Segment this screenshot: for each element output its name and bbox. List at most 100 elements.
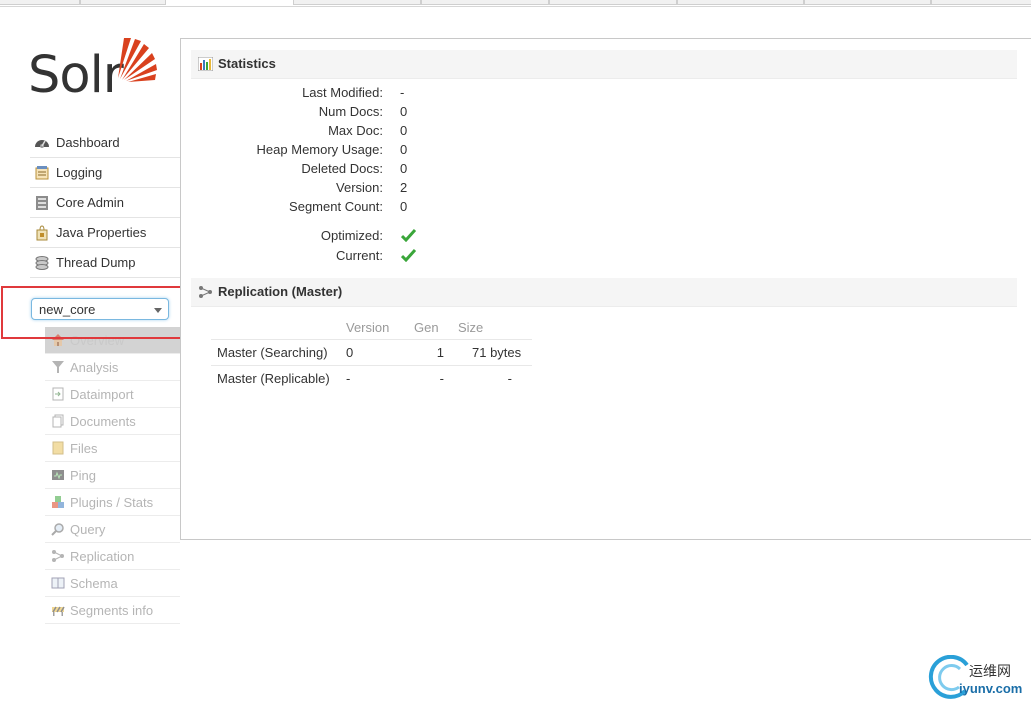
core-menu-item-segments-info[interactable]: Segments info — [45, 597, 180, 624]
top-tab[interactable] — [80, 0, 166, 5]
dataimport-icon — [51, 387, 65, 401]
statistics-header: Statistics — [191, 50, 1017, 79]
chevron-down-icon — [154, 308, 162, 313]
stat-label: Max Doc: — [328, 123, 383, 138]
replication-header: Replication (Master) — [191, 278, 1017, 307]
row-name: Master (Replicable) — [211, 365, 336, 391]
core-menu-item-label: Segments info — [70, 602, 154, 618]
core-menu-item-query[interactable]: Query — [45, 516, 180, 543]
stat-label: Current: — [336, 248, 383, 263]
menu-item-core-admin[interactable]: Core Admin — [30, 188, 180, 218]
stat-row-current: Current: — [181, 248, 481, 267]
stat-row-last-modified: Last Modified: - — [181, 85, 481, 104]
menu-item-dashboard[interactable]: Dashboard — [30, 128, 180, 158]
core-menu-item-label: Plugins / Stats — [70, 494, 154, 510]
stat-value: 0 — [400, 161, 408, 176]
row-gen: 1 — [404, 339, 448, 366]
core-menu-item-label: Dataimport — [70, 386, 134, 402]
menu-item-logging[interactable]: Logging — [30, 158, 180, 188]
plugins-icon — [51, 495, 65, 509]
core-menu-item-replication[interactable]: Replication — [45, 543, 180, 570]
column-header-gen: Gen — [414, 319, 439, 335]
check-icon — [401, 249, 416, 262]
core-menu-item-label: Files — [70, 440, 98, 456]
stat-label: Last Modified: — [302, 85, 383, 100]
row-version: - — [336, 365, 404, 391]
stat-value: 0 — [400, 199, 408, 214]
top-tab[interactable] — [549, 0, 677, 5]
replication-table: Version Gen Size Master (Searching) 0 1 … — [211, 315, 532, 391]
replication-icon — [51, 549, 65, 563]
solr-logo[interactable]: Solr — [28, 36, 168, 108]
home-icon — [51, 333, 65, 347]
core-menu-item-ping[interactable]: Ping — [45, 462, 180, 489]
schema-icon — [51, 576, 65, 590]
menu-item-label: Java Properties — [56, 225, 147, 240]
segments-icon — [51, 603, 65, 617]
stat-label: Version: — [336, 180, 383, 195]
core-menu-item-schema[interactable]: Schema — [45, 570, 180, 597]
top-tab[interactable] — [931, 0, 1031, 5]
content-panel: Statistics Last Modified: - Num Docs: 0 … — [180, 38, 1031, 540]
java-properties-icon — [34, 224, 50, 241]
stat-row-num-docs: Num Docs: 0 — [181, 104, 481, 123]
stat-row-deleted-docs: Deleted Docs: 0 — [181, 161, 481, 180]
top-tab[interactable] — [293, 0, 421, 5]
row-size: 71 bytes — [448, 339, 532, 366]
stat-label: Num Docs: — [318, 104, 383, 119]
core-menu-item-dataimport[interactable]: Dataimport — [45, 381, 180, 408]
stat-label: Deleted Docs: — [301, 161, 383, 176]
logging-icon — [34, 165, 50, 181]
table-header-row: Version Gen Size — [211, 315, 532, 340]
stat-value: 2 — [400, 180, 408, 195]
row-size: - — [448, 365, 532, 391]
core-admin-icon — [34, 195, 50, 211]
query-icon — [51, 522, 65, 536]
files-icon — [51, 441, 65, 455]
row-name: Master (Searching) — [211, 339, 336, 366]
menu-item-label: Core Admin — [56, 195, 124, 210]
top-tab[interactable] — [421, 0, 549, 5]
top-tab[interactable] — [677, 0, 804, 5]
ping-icon — [51, 468, 65, 482]
stat-row-heap-memory-usage: Heap Memory Usage: 0 — [181, 142, 481, 161]
core-menu-item-label: Ping — [70, 467, 97, 483]
stat-label: Heap Memory Usage: — [256, 142, 383, 157]
core-selector-dropdown[interactable]: new_core — [31, 298, 169, 320]
menu-item-label: Logging — [56, 165, 103, 180]
main-menu: Dashboard Logging Core Admin Java Proper… — [30, 128, 180, 278]
core-menu-item-documents[interactable]: Documents — [45, 408, 180, 435]
stat-row-optimized: Optimized: — [181, 228, 481, 247]
core-menu-item-plugins-stats[interactable]: Plugins / Stats — [45, 489, 180, 516]
core-menu-item-overview[interactable]: Overview — [45, 327, 180, 354]
stat-label: Optimized: — [320, 228, 383, 243]
watermark-text-url: iyunv.com — [959, 681, 1023, 696]
core-menu-item-files[interactable]: Files — [45, 435, 180, 462]
logo-text: Solr — [28, 46, 124, 105]
watermark-text-cn: 运维网 — [969, 663, 1011, 679]
row-version: 0 — [336, 339, 404, 366]
menu-item-label: Dashboard — [56, 135, 120, 150]
core-menu-item-label: Documents — [70, 413, 136, 429]
replication-title: Replication (Master) — [218, 284, 343, 299]
solr-sun-icon — [118, 38, 157, 82]
stat-row-version: Version: 2 — [181, 180, 481, 199]
stat-row-segment-count: Segment Count: 0 — [181, 199, 481, 218]
table-row: Master (Searching) 0 1 71 bytes — [211, 339, 532, 366]
top-tab-strip — [0, 0, 1031, 7]
column-header-empty — [211, 315, 336, 340]
watermark-logo: 运维网 iyunv.com — [927, 655, 1027, 701]
stat-label: Segment Count: — [289, 199, 383, 214]
funnel-icon — [51, 360, 65, 374]
top-tab[interactable] — [804, 0, 931, 5]
core-selector-value: new_core — [39, 302, 96, 317]
core-menu-item-label: Replication — [70, 548, 135, 564]
top-tab[interactable] — [0, 0, 80, 5]
core-menu-item-label: Analysis — [70, 359, 119, 375]
stat-value: - — [400, 85, 405, 100]
thread-dump-icon — [34, 255, 50, 271]
menu-item-java-properties[interactable]: Java Properties — [30, 218, 180, 248]
core-menu-item-analysis[interactable]: Analysis — [45, 354, 180, 381]
check-icon — [401, 229, 416, 242]
menu-item-thread-dump[interactable]: Thread Dump — [30, 248, 180, 278]
